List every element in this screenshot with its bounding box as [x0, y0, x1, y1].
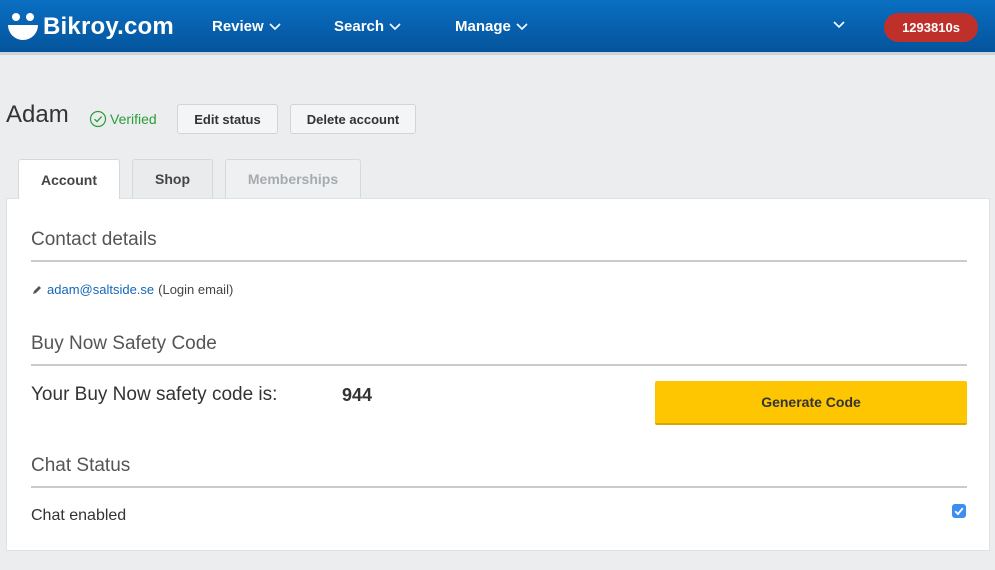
email-link[interactable]: adam@saltside.se [47, 282, 154, 297]
nav-manage-label: Manage [455, 18, 511, 35]
chat-enabled-checkbox[interactable] [952, 504, 966, 518]
email-note: (Login email) [158, 282, 234, 297]
tab-account[interactable]: Account [18, 159, 120, 199]
chevron-down-icon [389, 22, 401, 31]
tab-memberships[interactable]: Memberships [225, 159, 361, 198]
brand-logo[interactable]: Bikroy.com [6, 10, 174, 44]
chat-enabled-label: Chat enabled [31, 507, 127, 524]
login-email-row: adam@saltside.se (Login email) [31, 282, 233, 297]
nav-review-label: Review [212, 18, 264, 35]
divider [31, 260, 967, 262]
contact-details-heading: Contact details [31, 229, 157, 250]
chevron-down-icon [269, 22, 281, 31]
safety-code-label: Your Buy Now safety code is: [31, 384, 278, 405]
safety-code-heading: Buy Now Safety Code [31, 333, 217, 354]
nav-review-menu[interactable]: Review [212, 18, 281, 35]
generate-code-button[interactable]: Generate Code [655, 381, 967, 425]
checkmark-icon [954, 507, 964, 516]
verified-label: Verified [110, 111, 157, 127]
verified-status: Verified [89, 109, 157, 129]
edit-status-button[interactable]: Edit status [177, 104, 278, 134]
pencil-icon[interactable] [31, 284, 43, 296]
brand-name: Bikroy.com [43, 13, 174, 40]
divider [31, 364, 967, 366]
smiley-icon [6, 10, 40, 44]
account-panel: Contact details adam@saltside.se (Login … [6, 198, 990, 551]
check-circle-icon [89, 110, 107, 128]
user-menu-toggle[interactable] [828, 21, 845, 29]
divider [31, 486, 967, 488]
nav-search-label: Search [334, 18, 385, 35]
top-navigation-bar: Bikroy.com Review Search Manage 1293810s [0, 0, 995, 55]
tab-shop[interactable]: Shop [132, 159, 213, 198]
chevron-down-icon [833, 21, 845, 29]
page-title: Adam [6, 101, 69, 128]
chat-status-heading: Chat Status [31, 455, 131, 476]
chevron-down-icon [516, 22, 528, 31]
safety-code-value: 944 [342, 385, 373, 405]
nav-search-menu[interactable]: Search [334, 18, 401, 35]
delete-account-button[interactable]: Delete account [290, 104, 416, 134]
user-badge[interactable]: 1293810s [884, 13, 978, 42]
nav-manage-menu[interactable]: Manage [455, 18, 528, 35]
